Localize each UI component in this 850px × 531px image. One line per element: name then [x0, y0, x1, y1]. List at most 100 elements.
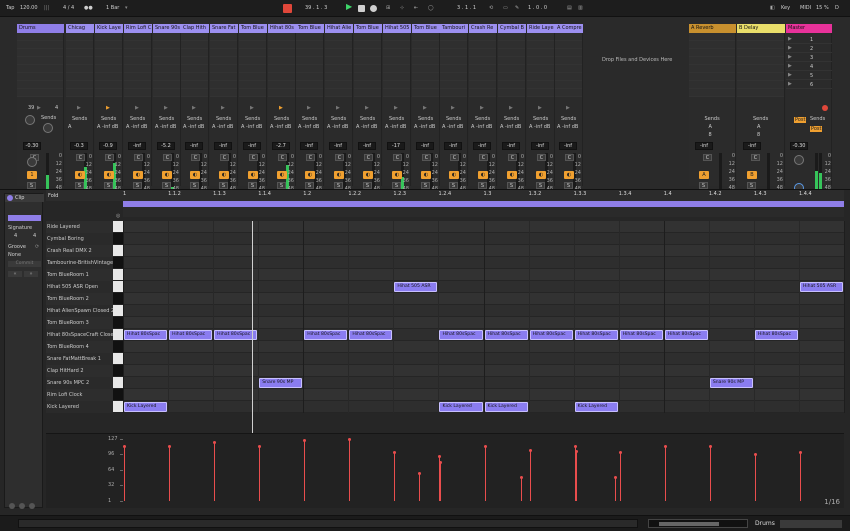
velocity-handle[interactable] — [753, 453, 757, 457]
fold-button[interactable]: Fold — [48, 193, 58, 199]
return-activator-button[interactable]: A — [699, 171, 709, 179]
scene-row[interactable]: ▶ 4 — [786, 63, 832, 71]
return-activator-button[interactable]: B — [747, 171, 757, 179]
clip-slot[interactable] — [181, 73, 208, 81]
midi-note[interactable]: Hihat 80sSpac — [529, 330, 573, 340]
clip-slot[interactable] — [527, 57, 554, 65]
volume-field[interactable]: -inf — [743, 142, 761, 150]
track-header[interactable]: Kick Laye — [95, 24, 123, 33]
clip-slot[interactable] — [268, 57, 295, 65]
clip-slot[interactable] — [153, 57, 180, 65]
volume-field[interactable]: -inf — [559, 142, 577, 150]
clip-slot[interactable] — [498, 33, 525, 41]
post-send-button[interactable]: Post — [810, 126, 823, 132]
midi-note[interactable]: Hihat 80sSpac — [664, 330, 708, 340]
volume-field[interactable]: -0.30 — [23, 142, 41, 150]
track-header[interactable]: Hihat 80s — [268, 24, 296, 33]
overdub-icon[interactable]: ⊞ — [386, 5, 390, 11]
signature-denominator[interactable]: 4 — [33, 233, 36, 239]
clip-slot[interactable] — [469, 33, 496, 41]
velocity-bar[interactable] — [394, 452, 396, 501]
velocity-handle[interactable] — [439, 460, 443, 464]
velocity-bar[interactable] — [615, 476, 617, 501]
track-header[interactable]: Crash Re — [469, 24, 497, 33]
clip-slot[interactable] — [66, 41, 93, 49]
signature-numerator[interactable]: 4 — [14, 233, 17, 239]
clip-slot[interactable] — [181, 49, 208, 57]
velocity-bar[interactable] — [709, 446, 711, 501]
track-header[interactable]: Tom Blue — [354, 24, 382, 33]
velocity-handle[interactable] — [798, 451, 802, 455]
clip-slot[interactable] — [498, 73, 525, 81]
clip-slot[interactable] — [325, 81, 352, 89]
post-button[interactable]: Post — [794, 117, 807, 123]
clip-slot[interactable] — [527, 81, 554, 89]
clip-slot[interactable] — [239, 65, 266, 73]
volume-field[interactable]: -inf — [531, 142, 549, 150]
velocity-handle[interactable] — [123, 445, 126, 449]
volume-field[interactable]: -inf — [329, 142, 347, 150]
clip-slot[interactable] — [498, 65, 525, 73]
send-a-value[interactable]: -inf dB — [447, 124, 463, 130]
clip-slot[interactable] — [239, 49, 266, 57]
piano-key[interactable] — [113, 365, 123, 377]
clip-slot[interactable] — [153, 81, 180, 89]
clip-slot[interactable] — [153, 49, 180, 57]
clip-stop-icon[interactable]: ▶ — [221, 105, 225, 111]
clip-slot[interactable] — [555, 41, 582, 49]
session-record-icon[interactable]: ◯ — [428, 5, 434, 11]
clip-slot[interactable] — [325, 41, 352, 49]
drum-lane-name[interactable]: Tambourine-BritishVintage — [46, 257, 113, 269]
groove-hot-swap-icon[interactable]: ⟳ — [35, 244, 39, 250]
midi-note[interactable]: Snare 90s MP — [259, 378, 303, 388]
clip-slot[interactable] — [17, 49, 63, 57]
clip-slot[interactable] — [239, 41, 266, 49]
clip-slot[interactable] — [412, 49, 439, 57]
midi-note[interactable]: Hihat 505 ASR — [394, 282, 438, 292]
clip-slot[interactable] — [737, 73, 784, 81]
record-icon[interactable] — [370, 5, 377, 12]
clip-slot[interactable] — [239, 57, 266, 65]
play-icon[interactable]: ▶ — [346, 2, 352, 11]
piano-key[interactable] — [113, 401, 123, 413]
midi-note[interactable]: Hihat 80sSpac — [439, 330, 483, 340]
computer-midi-icon[interactable]: ▥ — [578, 5, 583, 11]
volume-field[interactable]: -inf — [502, 142, 520, 150]
track-header[interactable]: A Compre — [555, 24, 583, 33]
track-header[interactable]: Snare 90s — [153, 24, 181, 33]
velocity-handle[interactable] — [708, 445, 712, 449]
velocity-handle[interactable] — [438, 455, 442, 459]
drum-lane-name[interactable]: Hihat 505 ASR Open — [46, 281, 113, 293]
clip-slot[interactable] — [440, 89, 467, 97]
clip-slot[interactable] — [555, 65, 582, 73]
clip-slot[interactable] — [498, 49, 525, 57]
tap-button[interactable]: Tap — [6, 5, 14, 11]
drum-lane-name[interactable]: Tom BlueRoom 1 — [46, 269, 113, 281]
clip-slot[interactable] — [210, 41, 237, 49]
clip-slot[interactable] — [95, 33, 122, 41]
velocity-bar[interactable] — [349, 439, 351, 501]
clip-stop-icon[interactable]: ▶ — [250, 105, 254, 111]
velocity-bar[interactable] — [754, 454, 756, 501]
clip-slot[interactable] — [383, 73, 410, 81]
velocity-handle[interactable] — [528, 449, 532, 453]
clip-slot[interactable] — [354, 49, 381, 57]
clip-slot[interactable] — [440, 81, 467, 89]
scene-row[interactable]: ▶ 5 — [786, 72, 832, 80]
drum-lane-name[interactable]: Ride Layered — [46, 221, 113, 233]
scene-launch-icon[interactable]: ▶ — [788, 36, 792, 42]
clip-slot[interactable] — [268, 89, 295, 97]
scene-launch-icon[interactable]: ▶ — [788, 63, 792, 69]
clip-slot[interactable] — [296, 57, 323, 65]
chevron-down-icon[interactable]: ▾ — [125, 5, 128, 11]
send-a-value[interactable]: -inf dB — [419, 124, 435, 130]
clip-slot[interactable] — [498, 41, 525, 49]
clip-slot[interactable] — [412, 57, 439, 65]
clip-slot[interactable] — [296, 89, 323, 97]
groove-value[interactable]: None — [8, 252, 21, 258]
clip-slot[interactable] — [95, 65, 122, 73]
nudge-forward-button[interactable]: » — [24, 271, 38, 277]
clip-slot[interactable] — [239, 73, 266, 81]
return-track-header[interactable]: B Delay — [737, 24, 785, 33]
send-a-value[interactable]: -inf dB — [505, 124, 521, 130]
